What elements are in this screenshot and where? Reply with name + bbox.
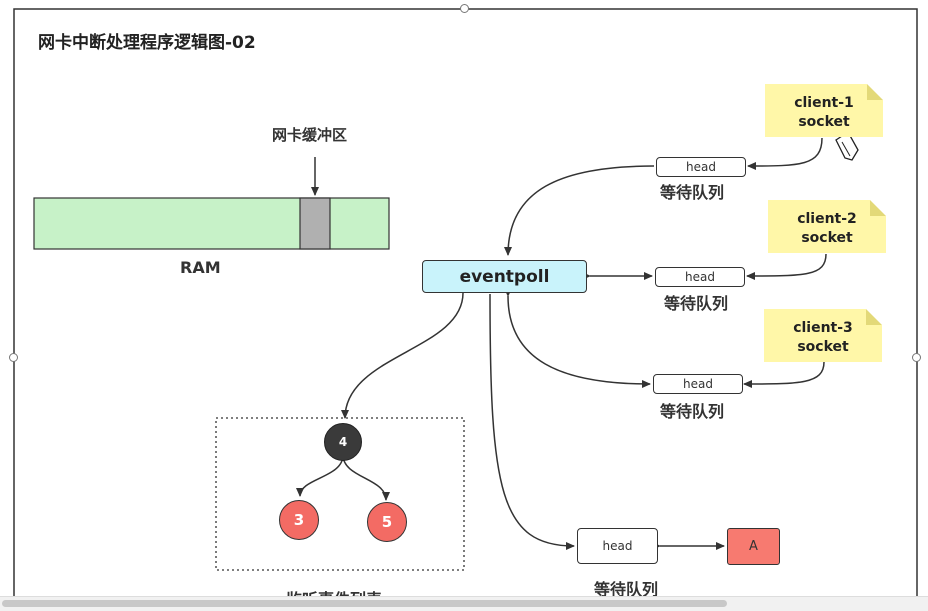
ready-item[interactable]: A [727,528,780,565]
diagram-title: 网卡中断处理程序逻辑图-02 [38,33,256,53]
socket-note-line1: client-1 [794,95,854,111]
eventpoll-queue4-arrow [489,293,575,550]
queue-head[interactable]: head [653,374,743,394]
wait-queue-label: 等待队列 [660,402,725,421]
queue-head-label: head [602,539,633,553]
queue-head[interactable]: head [577,528,658,564]
tree-node-right-label: 5 [381,513,393,531]
socket1-to-head-arrow [747,137,823,170]
socket-note-line1: client-2 [797,211,857,227]
socket3-to-head-arrow [743,361,825,388]
queue-head-label: head [685,270,715,284]
ready-item-label: A [749,539,758,554]
eventpoll-queue3-arrow [503,287,651,388]
wait-queue-label: 等待队列 [664,294,729,313]
eventpoll-box[interactable]: eventpoll [422,260,587,293]
queue-head-label: head [683,377,713,391]
horizontal-scrollbar[interactable] [0,596,928,611]
resize-handle-left[interactable] [9,353,18,362]
queue-head-label: head [686,160,716,174]
tree-node-root[interactable]: 4 [324,423,362,461]
tree-edge-left [296,454,344,497]
queue-head[interactable]: head [656,157,746,177]
ram-bar [33,197,390,250]
resize-handle-right[interactable] [912,353,921,362]
socket2-to-head-arrow [746,253,827,280]
socket-note-line2: socket [798,114,850,130]
socket-note-line2: socket [797,339,849,355]
tree-node-root-label: 4 [338,435,348,449]
tree-node-left-label: 3 [293,511,305,529]
queue1-to-eventpoll-arrow [504,165,655,256]
listen-list-label: 监听事件列表 [286,586,382,596]
queue-head[interactable]: head [655,267,745,287]
socket-note-line2: socket [801,230,853,246]
socket-note-line1: client-3 [793,320,853,336]
socket-note[interactable]: client-3 socket [764,309,882,362]
scrollbar-thumb[interactable] [2,600,727,607]
eventpoll-to-tree-arrow [341,292,464,419]
socket-note[interactable]: client-1 socket [765,84,883,137]
nic-buffer-label: 网卡缓冲区 [272,126,348,144]
tree-node-right[interactable]: 5 [367,502,407,542]
tree-edge-right [342,454,390,501]
wait-queue-label: 等待队列 [660,183,725,202]
ram-label: RAM [180,258,221,277]
tree-node-left[interactable]: 3 [279,500,319,540]
socket-note[interactable]: client-2 socket [768,200,886,253]
resize-handle-top[interactable] [460,4,469,13]
eventpoll-label: eventpoll [459,266,550,287]
nic-buffer-block [299,197,331,250]
